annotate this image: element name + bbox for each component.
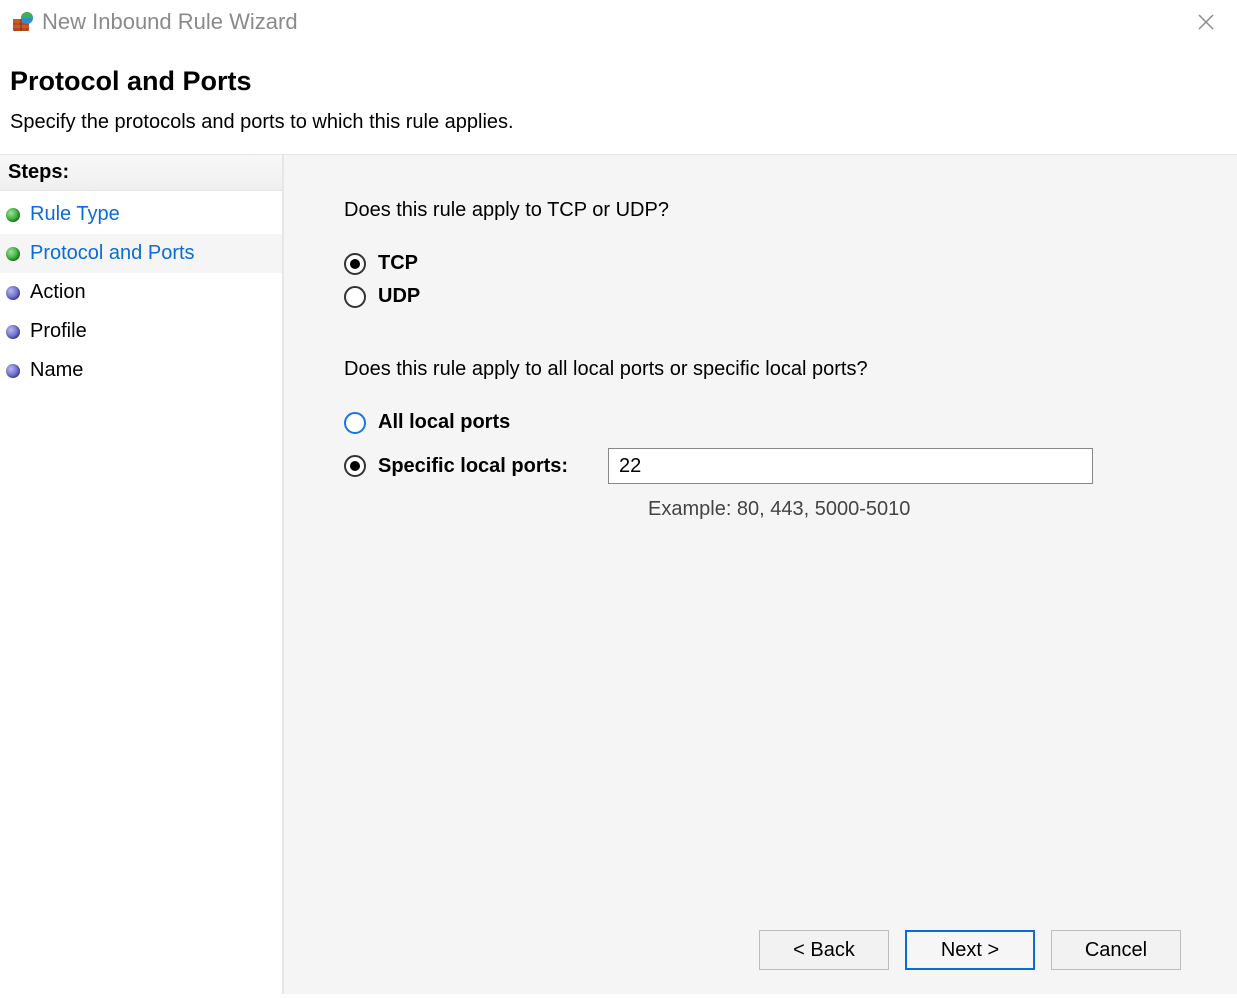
radio-label: TCP bbox=[378, 252, 418, 275]
step-bullet-icon bbox=[6, 247, 20, 261]
back-button[interactable]: < Back bbox=[759, 930, 889, 970]
ports-question: Does this rule apply to all local ports … bbox=[344, 358, 1177, 381]
specific-ports-input[interactable] bbox=[608, 448, 1093, 484]
step-bullet-icon bbox=[6, 286, 20, 300]
step-rule-type[interactable]: Rule Type bbox=[0, 195, 282, 234]
step-bullet-icon bbox=[6, 325, 20, 339]
ports-radio-group: All local ports Specific local ports: Ex… bbox=[344, 411, 1177, 521]
radio-label: Specific local ports: bbox=[378, 455, 608, 478]
wizard-button-bar: < Back Next > Cancel bbox=[759, 930, 1181, 970]
step-protocol-and-ports[interactable]: Protocol and Ports bbox=[0, 234, 282, 273]
radio-specific-local-ports[interactable]: Specific local ports: bbox=[344, 448, 1177, 484]
title-bar: New Inbound Rule Wizard bbox=[0, 0, 1237, 44]
radio-icon bbox=[344, 412, 366, 434]
close-icon bbox=[1198, 14, 1214, 30]
steps-list: Rule Type Protocol and Ports Action Prof… bbox=[0, 191, 282, 390]
next-button[interactable]: Next > bbox=[905, 930, 1035, 970]
radio-icon bbox=[344, 286, 366, 308]
radio-label: All local ports bbox=[378, 411, 510, 434]
radio-icon bbox=[344, 253, 366, 275]
protocol-radio-group: TCP UDP bbox=[344, 252, 1177, 308]
page-title: Protocol and Ports bbox=[10, 66, 1227, 97]
step-bullet-icon bbox=[6, 364, 20, 378]
radio-udp[interactable]: UDP bbox=[344, 285, 1177, 308]
step-name[interactable]: Name bbox=[0, 351, 282, 390]
protocol-question: Does this rule apply to TCP or UDP? bbox=[344, 199, 1177, 222]
ports-example-text: Example: 80, 443, 5000-5010 bbox=[648, 498, 1177, 521]
step-label: Protocol and Ports bbox=[30, 242, 195, 265]
radio-icon bbox=[344, 455, 366, 477]
page-subtitle: Specify the protocols and ports to which… bbox=[10, 111, 1227, 134]
page-header: Protocol and Ports Specify the protocols… bbox=[0, 44, 1237, 154]
sidebar: Steps: Rule Type Protocol and Ports Acti… bbox=[0, 155, 283, 994]
step-bullet-icon bbox=[6, 208, 20, 222]
step-label: Rule Type bbox=[30, 203, 120, 226]
step-label: Action bbox=[30, 281, 86, 304]
firewall-app-icon bbox=[12, 11, 34, 33]
cancel-button[interactable]: Cancel bbox=[1051, 930, 1181, 970]
step-label: Profile bbox=[30, 320, 87, 343]
radio-all-local-ports[interactable]: All local ports bbox=[344, 411, 1177, 434]
main-panel: Does this rule apply to TCP or UDP? TCP … bbox=[283, 155, 1237, 994]
window-title: New Inbound Rule Wizard bbox=[42, 9, 298, 35]
radio-tcp[interactable]: TCP bbox=[344, 252, 1177, 275]
step-profile[interactable]: Profile bbox=[0, 312, 282, 351]
steps-heading: Steps: bbox=[0, 155, 282, 191]
step-label: Name bbox=[30, 359, 83, 382]
step-action[interactable]: Action bbox=[0, 273, 282, 312]
close-button[interactable] bbox=[1185, 5, 1227, 39]
radio-label: UDP bbox=[378, 285, 420, 308]
